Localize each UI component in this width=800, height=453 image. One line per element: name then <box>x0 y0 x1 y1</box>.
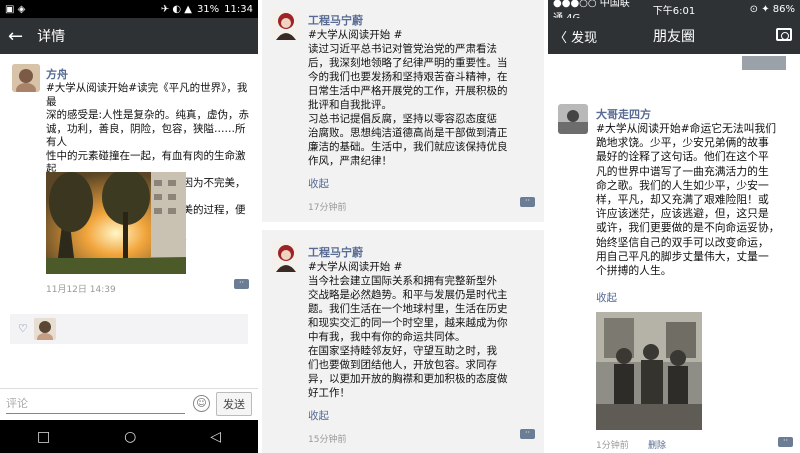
post-line: #大学从阅读开始#读完《平凡的世界》，我最 <box>46 82 248 108</box>
post-line: 异，以更加开放的胸襟和更加积极的态度做 <box>308 373 508 385</box>
post-line: 和现实交汇的同一个时空里，越来越成为你 <box>308 317 508 329</box>
notification-icons: ▣ ◈ <box>5 3 26 15</box>
clock: 下午6:01 <box>652 5 696 17</box>
post-line: 或许，我们更要做的是不向命运妥协， <box>596 221 780 235</box>
post-line: 最好的诠释了这句话。他们在这个平 <box>596 150 769 164</box>
post-photo[interactable] <box>46 169 186 274</box>
post-line: 作风，严肃纪律！ <box>308 155 392 167</box>
comment-bar: 评论 ☺ 发送 <box>0 388 258 418</box>
avatar-portrait <box>272 10 300 40</box>
liker-portrait <box>34 318 56 340</box>
moments-header: 〈 发现 朋友圈 <box>548 18 800 54</box>
avatar[interactable] <box>272 10 300 40</box>
recents-square-icon[interactable]: □ <box>37 429 50 445</box>
post-line: 样，平凡，却又充满了艰难险阻！或 <box>596 193 769 207</box>
heart-icon: ♡ <box>18 322 28 335</box>
status-bar: ▣ ◈ ✈ ◐ ▲ 31% 11:34 <box>0 0 258 18</box>
collapse-link[interactable]: 收起 <box>596 290 617 305</box>
post-line: 跪地求饶。少平，少安兄弟俩的故事 <box>596 136 769 150</box>
signal-icons: ✈ ◐ ▲ <box>160 3 192 15</box>
post-line: 深的感受是:人性是复杂的。纯真，虚伪，赤 <box>46 109 250 121</box>
detail-screen: ▣ ◈ ✈ ◐ ▲ 31% 11:34 ← 详情 方舟 #大学从阅读开始#读完《… <box>0 0 258 453</box>
post-author[interactable]: 工程马宁蔚 <box>308 244 363 260</box>
avatar-portrait <box>12 64 40 92</box>
emoji-icon[interactable]: ☺ <box>193 395 210 412</box>
post-line: 好工作！ <box>308 387 350 399</box>
post-line: 今的我们也要发扬和坚持艰苦奋斗精神，在 <box>308 71 508 83</box>
comment-input[interactable]: 评论 <box>6 394 185 414</box>
moments-screen: ●●●○○ 中国联通 4G 下午6:01 ⊙ ✦ 86% 〈 发现 朋友圈 大哥… <box>548 0 800 453</box>
post-time: 1分钟前 <box>596 441 629 451</box>
moment-card: 工程马宁蔚 #大学从阅读开始 # 读过习近平总书记对管党治党的严肃看法 后，我深… <box>262 0 544 218</box>
avatar-portrait <box>558 104 588 134</box>
post-line: 当今社会建立国际关系和拥有完整新型外 <box>308 275 497 287</box>
collapse-link[interactable]: 收起 <box>308 408 329 423</box>
post-line: 批评和自我批评。 <box>308 99 392 111</box>
sunset-trees-photo <box>46 169 186 274</box>
send-button[interactable]: 发送 <box>216 391 252 416</box>
post-body: #大学从阅读开始 # 当今社会建立国际关系和拥有完整新型外 交战略是必然趋势。和… <box>308 260 540 400</box>
post-line: 题。我们生活在一个地球村里，生活在历史 <box>308 303 508 315</box>
vintage-group-photo <box>596 312 702 430</box>
post-author[interactable]: 方舟 <box>46 66 68 82</box>
avatar[interactable] <box>558 104 588 134</box>
post-line: 个拼搏的人生。 <box>596 264 672 278</box>
post-line: 后，我深刻地领略了纪律严明的重要性。当 <box>308 57 508 69</box>
post-line: 在国家坚持睦邻友好，守望互助之时，我 <box>308 345 497 357</box>
battery-level: ⊙ ✦ 86% <box>749 3 796 15</box>
detail-header: ← 详情 <box>0 18 258 54</box>
post-photo[interactable] <box>596 312 702 430</box>
delete-link[interactable]: 删除 <box>648 438 666 451</box>
back-arrow-icon[interactable]: ← <box>8 26 23 47</box>
post-line: 交战略是必然趋势。和平与发展仍是时代主 <box>308 289 508 301</box>
moment-card: 工程马宁蔚 #大学从阅读开始 # 当今社会建立国际关系和拥有完整新型外 交战略是… <box>262 232 544 453</box>
post-time: 11月12日 14:39 <box>46 285 116 295</box>
post-line: 用自己平凡的脚步丈量伟大，丈量一 <box>596 249 769 263</box>
system-nav-bar: □ ○ ◁ <box>0 420 258 453</box>
post-line: 们也要做到团结他人，开放包容。求同存 <box>308 359 497 371</box>
post-time: 17分钟前 <box>308 203 347 213</box>
post-line: 命之歌。我们的人生如少平，少安一 <box>596 178 769 192</box>
more-actions-icon[interactable]: ·· <box>520 429 535 439</box>
post-line: #大学从阅读开始#命运它无法叫我们 <box>596 122 777 135</box>
post-author[interactable]: 工程马宁蔚 <box>308 12 363 28</box>
home-circle-icon[interactable]: ○ <box>124 429 136 445</box>
collapse-link[interactable]: 收起 <box>308 176 329 191</box>
post-line: #大学从阅读开始 # <box>308 29 403 41</box>
avatar-portrait <box>272 242 300 272</box>
post-time: 15分钟前 <box>308 435 347 445</box>
post-line: 凡的世界中谱写了一曲充满活力的生 <box>596 164 769 178</box>
likes-box: ♡ <box>10 314 248 344</box>
avatar[interactable] <box>12 64 40 92</box>
page-title: 详情 <box>37 29 66 45</box>
post-body: #大学从阅读开始#命运它无法叫我们 跪地求饶。少平，少安兄弟俩的故事 最好的诠释… <box>596 122 796 278</box>
more-actions-icon[interactable]: ·· <box>234 279 249 289</box>
post-author[interactable]: 大哥走四方 <box>596 106 651 122</box>
more-actions-icon[interactable]: ·· <box>520 197 535 207</box>
more-actions-icon[interactable]: ·· <box>778 437 793 447</box>
liker-avatar[interactable] <box>34 318 56 340</box>
post-line: 中有我，我中有你的命运共同体。 <box>308 331 466 343</box>
post-line: #大学从阅读开始 # <box>308 261 403 273</box>
post-line: 治腐败。思想纯洁道德高尚是干部做到清正 <box>308 127 508 139</box>
status-bar: ●●●○○ 中国联通 4G 下午6:01 ⊙ ✦ 86% <box>548 0 800 24</box>
camera-icon[interactable] <box>776 28 792 41</box>
avatar[interactable] <box>272 242 300 272</box>
feed-screenshots: 工程马宁蔚 #大学从阅读开始 # 读过习近平总书记对管党治党的严肃看法 后，我深… <box>262 0 544 453</box>
card-divider <box>262 222 544 230</box>
post-line: 许应该迷茫，应该逃避，但，这只是 <box>596 207 769 221</box>
back-triangle-icon[interactable]: ◁ <box>210 429 221 445</box>
back-button[interactable]: 〈 发现 <box>554 27 597 46</box>
battery-level: 31% <box>196 3 220 15</box>
clock: 11:34 <box>224 3 253 15</box>
post-body: #大学从阅读开始 # 读过习近平总书记对管党治党的严肃看法 后，我深刻地领略了纪… <box>308 28 540 168</box>
post-line: 读过习近平总书记对管党治党的严肃看法 <box>308 43 497 55</box>
post-line: 日常生活中严格开展党的工作，开展积极的 <box>308 85 508 97</box>
previous-post-image[interactable] <box>742 56 786 70</box>
post-line: 诚，功利，善良，阴险，包容，狭隘……所有人 <box>46 122 246 149</box>
post-line: 习总书记提倡反腐，坚持以零容忍态度惩 <box>308 113 497 125</box>
post-line: 廉洁的基础。生活中，我们就应该保持优良 <box>308 141 508 153</box>
post-line: 始终坚信自己的双手可以改变命运， <box>596 235 769 249</box>
